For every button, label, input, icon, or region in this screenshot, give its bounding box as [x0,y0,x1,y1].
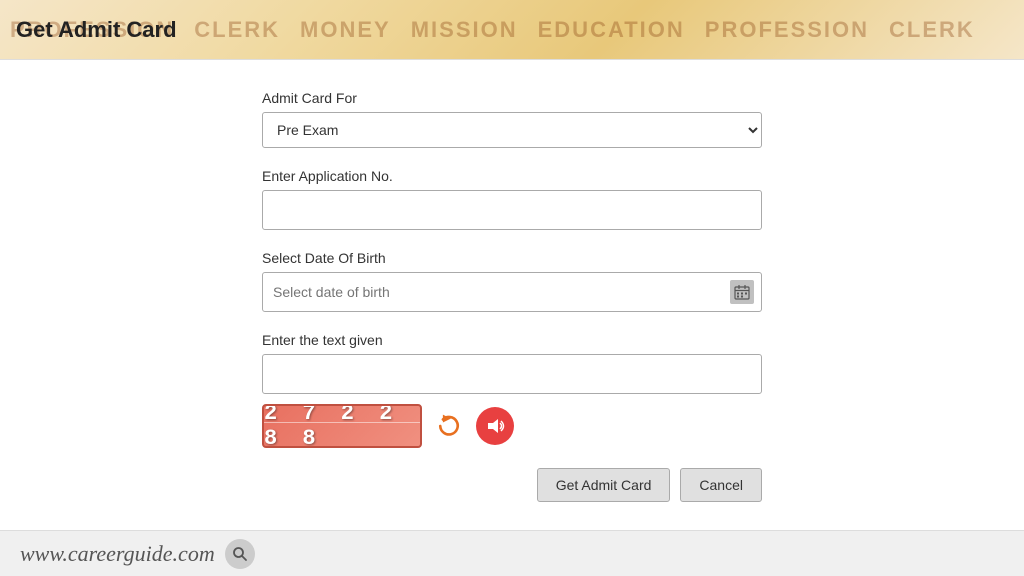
search-icon[interactable] [225,539,255,569]
captcha-image: 2 7 2 2 8 8 [262,404,422,448]
refresh-captcha-button[interactable] [432,409,466,443]
dob-input[interactable] [262,272,762,312]
footer-url: www.careerguide.com [20,541,215,567]
admit-card-for-select[interactable]: Pre Exam Main Exam [262,112,762,148]
calendar-icon[interactable] [730,280,754,304]
admit-card-for-label: Admit Card For [262,90,762,106]
application-no-input[interactable] [262,190,762,230]
get-admit-card-button[interactable]: Get Admit Card [537,468,671,502]
dob-group: Select Date Of Birth [262,250,762,312]
application-no-label: Enter Application No. [262,168,762,184]
footer-bar: www.careerguide.com [0,530,1024,576]
header-banner: PROFESSION CLERK MONEY MISSION EDUCATION… [0,0,1024,60]
admit-card-for-group: Admit Card For Pre Exam Main Exam [262,90,762,148]
captcha-label: Enter the text given [262,332,762,348]
form-container: Admit Card For Pre Exam Main Exam Enter … [262,90,762,502]
dob-input-wrapper [262,272,762,312]
button-row: Get Admit Card Cancel [262,468,762,502]
application-no-group: Enter Application No. [262,168,762,230]
speaker-button[interactable] [476,407,514,445]
dob-label: Select Date Of Birth [262,250,762,266]
captcha-input[interactable] [262,354,762,394]
page-title: Get Admit Card [16,17,177,43]
cancel-button[interactable]: Cancel [680,468,762,502]
main-content: Admit Card For Pre Exam Main Exam Enter … [0,60,1024,522]
captcha-row: 2 7 2 2 8 8 [262,404,762,448]
captcha-group: Enter the text given [262,332,762,394]
